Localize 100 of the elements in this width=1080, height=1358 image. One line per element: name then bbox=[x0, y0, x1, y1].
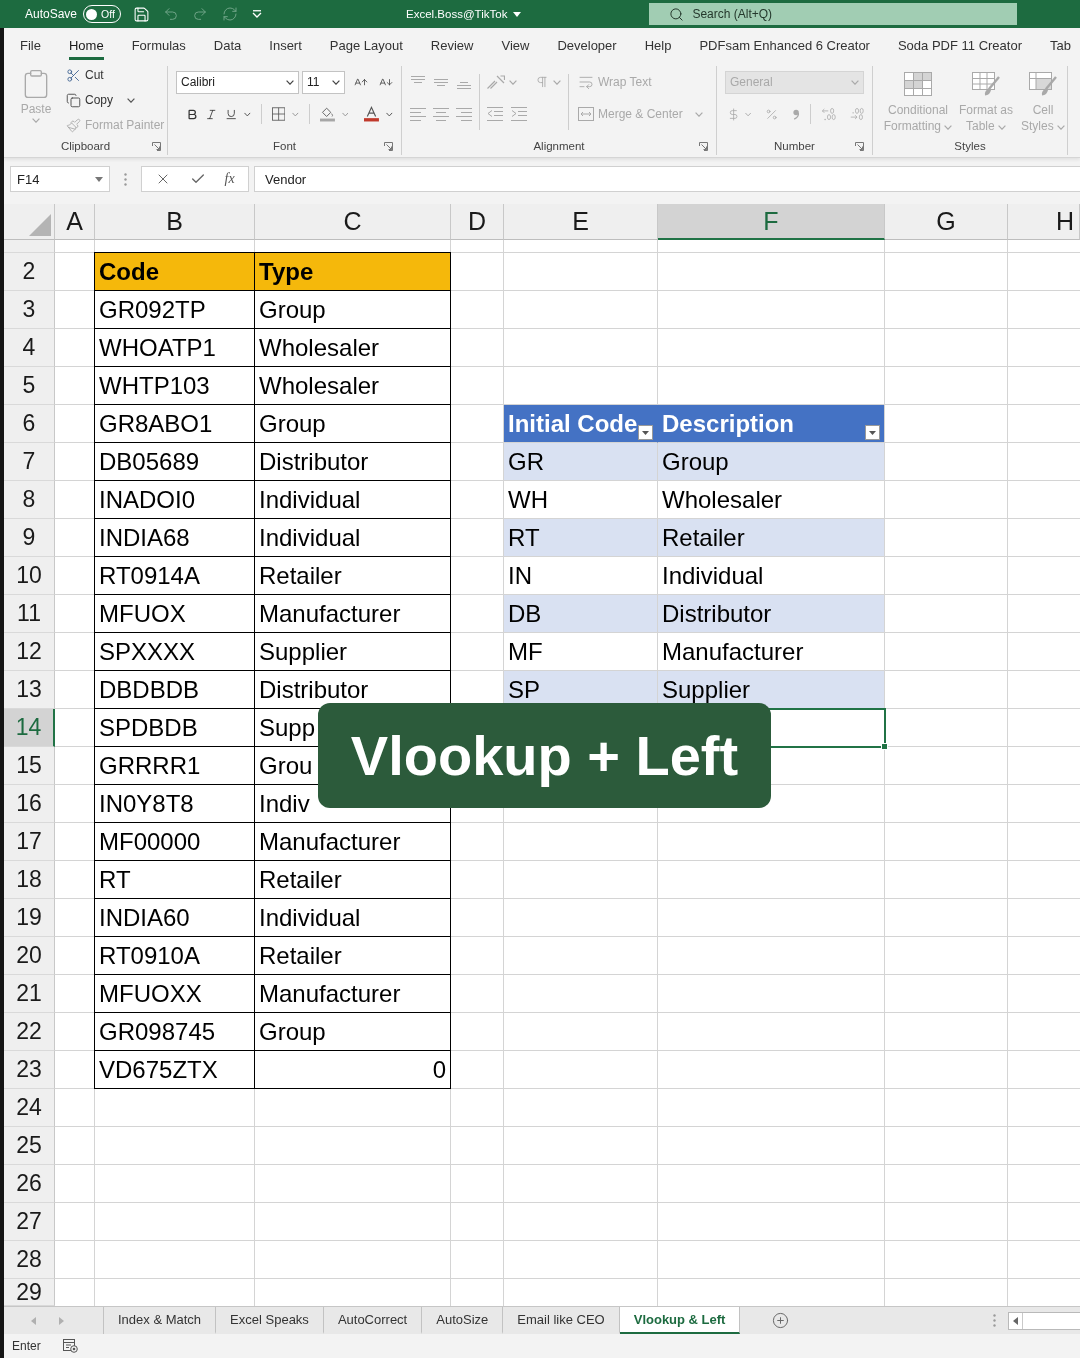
column-header[interactable]: F bbox=[658, 204, 885, 240]
filter-dropdown-icon[interactable] bbox=[865, 425, 880, 440]
row-header[interactable]: 4 bbox=[4, 329, 55, 367]
font-name-field[interactable]: Calibri bbox=[176, 70, 299, 94]
row-header[interactable]: 23 bbox=[4, 1051, 55, 1089]
row-header[interactable]: 22 bbox=[4, 1013, 55, 1051]
right-arrow-icon[interactable] bbox=[59, 1316, 64, 1325]
row-header[interactable]: 8 bbox=[4, 481, 55, 519]
dialog-launcher-icon[interactable] bbox=[152, 141, 161, 151]
ribbon-tab[interactable]: Data bbox=[213, 38, 242, 60]
ribbon-tab[interactable]: File bbox=[20, 38, 41, 60]
row-header[interactable]: 11 bbox=[4, 595, 55, 633]
row-header[interactable]: 16 bbox=[4, 785, 55, 823]
row-header[interactable]: 14 bbox=[4, 709, 55, 747]
row-header[interactable]: 3 bbox=[4, 291, 55, 329]
caret-icon[interactable] bbox=[252, 10, 263, 18]
column-header[interactable]: B bbox=[95, 204, 255, 240]
column-header[interactable]: G bbox=[885, 204, 1008, 240]
name-box[interactable]: F14 bbox=[10, 166, 110, 192]
row-header[interactable]: 29 bbox=[4, 1279, 55, 1306]
caret-icon[interactable] bbox=[95, 176, 103, 182]
add-sheet-icon[interactable] bbox=[772, 1312, 790, 1329]
refresh-icon[interactable] bbox=[222, 6, 239, 22]
dialog-launcher-icon[interactable] bbox=[384, 141, 393, 151]
left-arrow-icon[interactable] bbox=[31, 1316, 36, 1325]
document-title-button[interactable]: Excel.Boss@TikTok bbox=[406, 8, 522, 20]
row-header[interactable]: 20 bbox=[4, 937, 55, 975]
ribbon-tab[interactable]: View bbox=[501, 38, 530, 60]
ribbon-tab[interactable]: PDFsam Enhanced 6 Creator bbox=[699, 38, 870, 60]
sheet-tab[interactable]: Vlookup & Left bbox=[619, 1307, 741, 1334]
scroll-left-icon[interactable] bbox=[1013, 1316, 1018, 1325]
row-header[interactable]: 7 bbox=[4, 443, 55, 481]
table-cell: DB05689 bbox=[94, 443, 255, 481]
table-cell: INADOI0 bbox=[94, 481, 255, 519]
caret-icon[interactable] bbox=[513, 11, 522, 17]
ribbon-tab[interactable]: Review bbox=[430, 38, 474, 60]
dialog-launcher-icon[interactable] bbox=[699, 141, 708, 151]
ribbon-tab[interactable]: Tab bbox=[1050, 38, 1071, 60]
column-header[interactable]: H bbox=[1008, 204, 1080, 240]
column-header[interactable]: D bbox=[451, 204, 504, 240]
ribbon-tab[interactable]: Page Layout bbox=[329, 38, 403, 60]
column-header[interactable]: C bbox=[255, 204, 451, 240]
dialog-launcher-icon[interactable] bbox=[855, 141, 864, 151]
row-header[interactable]: 2 bbox=[4, 253, 55, 291]
row-header[interactable]: 24 bbox=[4, 1089, 55, 1127]
row-header[interactable]: 28 bbox=[4, 1241, 55, 1279]
row-header[interactable]: 18 bbox=[4, 861, 55, 899]
caret-icon[interactable] bbox=[332, 79, 340, 85]
select-all-button[interactable] bbox=[4, 204, 55, 240]
macro-record-icon[interactable] bbox=[62, 1339, 78, 1353]
row-header[interactable]: 17 bbox=[4, 823, 55, 861]
copy-button[interactable]: Copy bbox=[64, 88, 137, 112]
row-header[interactable] bbox=[4, 240, 55, 253]
caret-icon[interactable] bbox=[286, 79, 294, 85]
splitter-handle-icon[interactable] bbox=[993, 1314, 996, 1327]
ribbon-tab[interactable]: Insert bbox=[269, 38, 302, 60]
ribbon-tab[interactable]: Help bbox=[644, 38, 672, 60]
horizontal-scrollbar[interactable] bbox=[1008, 1311, 1080, 1330]
caret-icon[interactable] bbox=[244, 111, 251, 117]
row-header[interactable]: 5 bbox=[4, 367, 55, 405]
borders-icon[interactable] bbox=[271, 106, 286, 122]
font-size-field[interactable]: 11 bbox=[302, 70, 345, 94]
row-header[interactable]: 15 bbox=[4, 747, 55, 785]
row-header[interactable]: 21 bbox=[4, 975, 55, 1013]
cut-button[interactable]: Cut bbox=[64, 63, 106, 87]
font-color-icon[interactable] bbox=[364, 105, 380, 123]
row-header[interactable]: 6 bbox=[4, 405, 55, 443]
fill-color-icon[interactable] bbox=[319, 105, 335, 123]
ribbon-tab[interactable]: Formulas bbox=[131, 38, 186, 60]
save-icon[interactable] bbox=[133, 5, 151, 23]
row-header[interactable]: 9 bbox=[4, 519, 55, 557]
table-cell: Supplier bbox=[658, 671, 885, 709]
row-header[interactable]: 27 bbox=[4, 1203, 55, 1241]
row-header[interactable]: 12 bbox=[4, 633, 55, 671]
row-header[interactable]: 10 bbox=[4, 557, 55, 595]
caret-icon[interactable] bbox=[127, 97, 135, 103]
column-header[interactable]: E bbox=[504, 204, 658, 240]
table-cell: IN0Y8T8 bbox=[94, 785, 255, 823]
row-header[interactable]: 25 bbox=[4, 1127, 55, 1165]
undo-icon[interactable] bbox=[163, 6, 180, 22]
ribbon-tab[interactable]: Soda PDF 11 Creator bbox=[897, 38, 1022, 60]
fill-handle[interactable] bbox=[881, 743, 888, 750]
group-label: Number bbox=[774, 140, 815, 152]
ribbon-tab[interactable]: Developer bbox=[557, 38, 617, 60]
caret-icon[interactable] bbox=[386, 111, 393, 117]
formula-input[interactable]: Vendor bbox=[254, 166, 1080, 192]
row-header[interactable]: 19 bbox=[4, 899, 55, 937]
column-header[interactable]: A bbox=[55, 204, 95, 240]
header-text: Initial Code bbox=[508, 409, 638, 438]
table-cell: Manufacturer bbox=[255, 595, 451, 633]
splitter-handle-icon[interactable] bbox=[124, 172, 127, 186]
row-header[interactable]: 26 bbox=[4, 1165, 55, 1203]
search-field[interactable]: Search (Alt+Q) bbox=[649, 3, 1018, 25]
insert-function-button[interactable]: fx bbox=[224, 171, 235, 187]
row-header[interactable]: 13 bbox=[4, 671, 55, 709]
ribbon-tab[interactable]: Home bbox=[68, 38, 104, 60]
filter-dropdown-icon[interactable] bbox=[638, 425, 653, 440]
redo-icon[interactable] bbox=[192, 6, 209, 22]
table-cell: Retailer bbox=[255, 861, 451, 899]
select-all-icon[interactable] bbox=[29, 214, 51, 236]
